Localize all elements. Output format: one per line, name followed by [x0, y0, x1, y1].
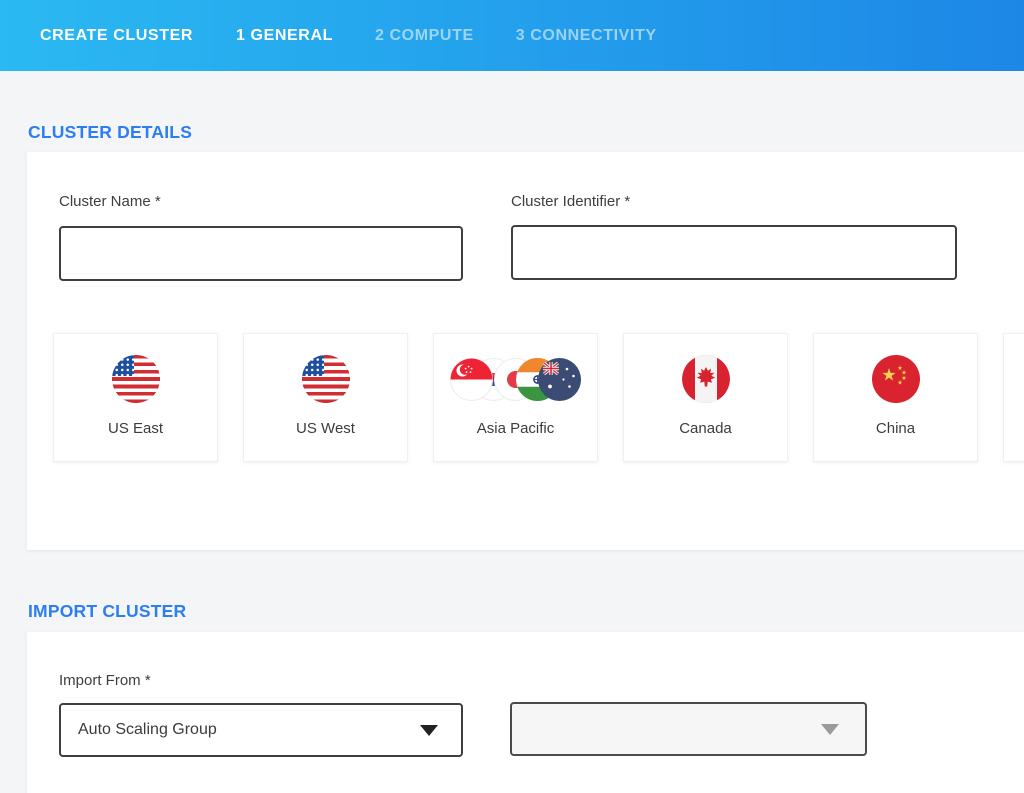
region-label: US East [54, 420, 217, 437]
import-cluster-panel: Import From * Auto Scaling Group [27, 632, 1024, 793]
region-card-canada[interactable]: Canada [623, 333, 788, 462]
region-card-china[interactable]: China [813, 333, 978, 462]
region-card-asia-pacific[interactable]: Asia Pacific [433, 333, 598, 462]
tab-compute[interactable]: 2 COMPUTE [375, 27, 474, 45]
import-from-select[interactable]: Auto Scaling Group [59, 703, 463, 757]
region-label: US West [244, 420, 407, 437]
cluster-details-heading: CLUSTER DETAILS [28, 122, 192, 143]
australia-flag-icon [538, 358, 581, 401]
region-label: China [814, 420, 977, 437]
region-card-us-west[interactable]: US West [243, 333, 408, 462]
import-from-selected-value: Auto Scaling Group [61, 721, 217, 739]
wizard-topbar: CREATE CLUSTER 1 GENERAL 2 COMPUTE 3 CON… [0, 0, 1024, 71]
caret-down-icon [821, 724, 839, 735]
tab-connectivity[interactable]: 3 CONNECTIVITY [516, 27, 657, 45]
import-cluster-heading: IMPORT CLUSTER [28, 601, 186, 622]
page-title: CREATE CLUSTER [40, 27, 193, 45]
asia-pacific-flags-icon [450, 357, 581, 401]
cluster-details-panel: Cluster Name * Cluster Identifier * US E… [27, 152, 1024, 550]
us-flag-icon [112, 355, 160, 403]
region-card-us-east[interactable]: US East [53, 333, 218, 462]
caret-down-icon [420, 725, 438, 736]
create-cluster-screen: CREATE CLUSTER 1 GENERAL 2 COMPUTE 3 CON… [0, 0, 1024, 793]
cluster-identifier-label: Cluster Identifier * [511, 193, 630, 210]
region-label: Canada [624, 420, 787, 437]
region-label: Asia Pacific [434, 420, 597, 437]
cluster-name-input[interactable] [59, 226, 463, 281]
canada-flag-icon [682, 355, 730, 403]
region-card-partial[interactable] [1003, 333, 1024, 462]
import-source-secondary-select[interactable] [510, 702, 867, 756]
import-from-label: Import From * [59, 672, 151, 689]
tab-general[interactable]: 1 GENERAL [236, 27, 333, 45]
cluster-identifier-input[interactable] [511, 225, 957, 280]
singapore-flag-icon [450, 358, 493, 401]
china-flag-icon [872, 355, 920, 403]
us-flag-icon [302, 355, 350, 403]
cluster-name-label: Cluster Name * [59, 193, 161, 210]
